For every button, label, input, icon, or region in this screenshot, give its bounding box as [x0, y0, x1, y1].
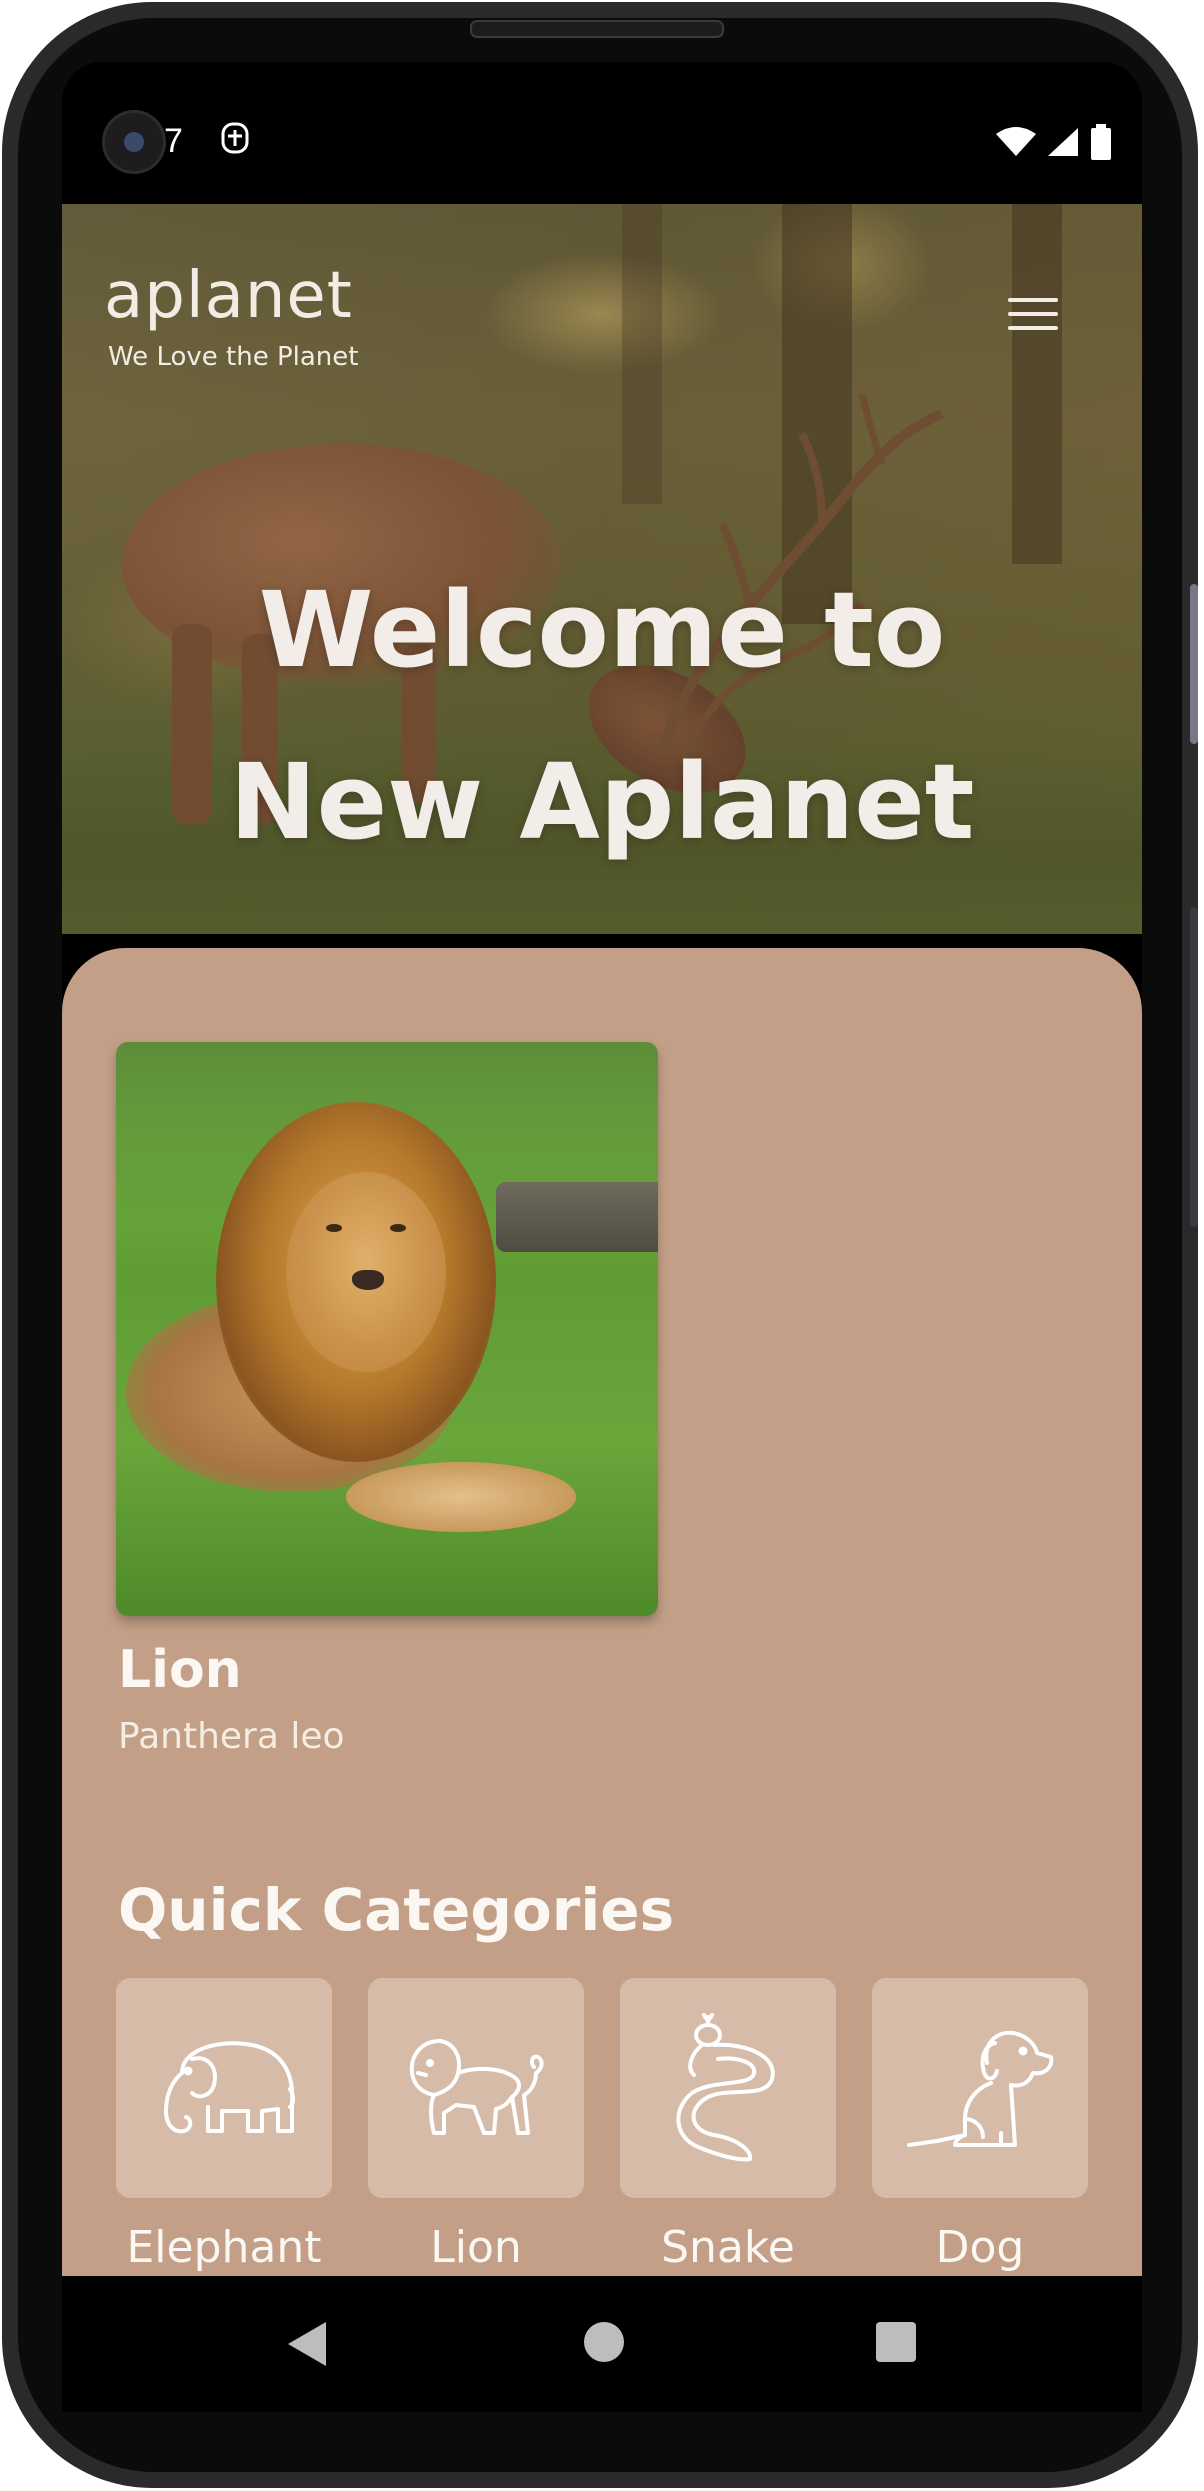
camera-cutout	[102, 110, 166, 174]
status-time: 7	[164, 122, 183, 160]
category-label: Lion	[430, 2222, 522, 2273]
category-label: Elephant	[126, 2222, 322, 2273]
content-sheet: Lion Panthera leo Quick Categories Eleph…	[62, 948, 1142, 2348]
volume-button	[1190, 584, 1198, 744]
hero-title-line2: New Aplanet	[229, 741, 975, 863]
category-tile[interactable]	[368, 1978, 584, 2198]
lion-eye	[326, 1224, 342, 1232]
back-icon[interactable]	[286, 2320, 330, 2368]
home-icon[interactable]	[584, 2322, 624, 2362]
app-notification-icon	[221, 122, 249, 154]
category-dog[interactable]: Dog	[872, 1978, 1088, 2273]
brand[interactable]: aplanet We Love the Planet	[104, 264, 358, 372]
earpiece-speaker	[470, 20, 724, 38]
category-lion[interactable]: Lion	[368, 1978, 584, 2273]
wifi-icon	[996, 127, 1036, 156]
featured-animal-name[interactable]: Lion	[118, 1640, 242, 1700]
cellular-signal-icon	[1048, 128, 1078, 156]
brand-tagline: We Love the Planet	[108, 342, 359, 372]
navigation-bar	[62, 2276, 1142, 2412]
recents-icon[interactable]	[876, 2322, 916, 2362]
brand-logo: aplanet	[104, 259, 353, 333]
battery-icon	[1091, 124, 1111, 160]
category-snake[interactable]: Snake	[620, 1978, 836, 2273]
power-button	[1190, 907, 1198, 1227]
featured-animal-scientific-name: Panthera leo	[118, 1716, 345, 1757]
quick-categories: Elephant Lion Snake Dog	[116, 1978, 1088, 2273]
lion-nose	[352, 1270, 384, 1290]
category-elephant[interactable]: Elephant	[116, 1978, 332, 2273]
lion-eye	[390, 1224, 406, 1232]
featured-animal-image[interactable]	[116, 1042, 658, 1616]
hero-title: Welcome to New Aplanet	[62, 544, 1142, 888]
hamburger-menu-icon[interactable]	[1008, 296, 1060, 336]
hero-title-line1: Welcome to	[258, 569, 946, 691]
category-tile[interactable]	[620, 1978, 836, 2198]
dog-icon	[907, 2030, 1054, 2147]
quick-categories-title: Quick Categories	[118, 1876, 675, 1944]
category-tile[interactable]	[872, 1978, 1088, 2198]
elephant-icon	[164, 2041, 295, 2134]
hero-banner: aplanet We Love the Planet Welcome to Ne…	[62, 204, 1142, 934]
category-label: Dog	[935, 2222, 1025, 2273]
background-log	[496, 1182, 658, 1252]
category-label: Snake	[661, 2222, 795, 2273]
status-bar: 7	[62, 62, 1142, 204]
category-tile[interactable]	[116, 1978, 332, 2198]
screen: 7 aplanet We Love the Planet Welcome to …	[62, 62, 1142, 2412]
snake-icon	[676, 2013, 775, 2162]
lion-icon	[409, 2039, 544, 2135]
lion-paws	[346, 1462, 576, 1532]
